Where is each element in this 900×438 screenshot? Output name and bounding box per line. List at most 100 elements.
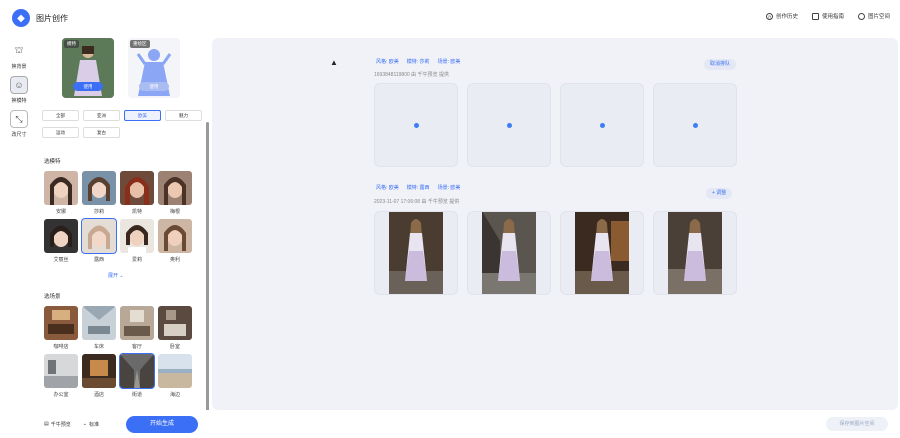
model-item[interactable]: 安娜 xyxy=(44,171,78,215)
result-tag: 场景: 欧美 xyxy=(437,185,461,191)
left-rail: ⛫ 换背景 ☺ 换模特 ⤡ 改尺寸 xyxy=(0,36,38,438)
scene-thumb xyxy=(120,306,154,340)
model-thumb xyxy=(158,219,192,253)
result-photo xyxy=(575,212,629,294)
scene-thumb xyxy=(82,306,116,340)
model-icon: ☺ xyxy=(10,76,28,94)
space-button[interactable]: 图片空间 xyxy=(857,12,890,20)
scene-thumb xyxy=(119,353,155,389)
template-model-tag: 模特 xyxy=(64,40,79,48)
config-panel: 模特 使用 重绘区 使用 全部 亚洲 欧美 魅力 运动 复古 选模特 安娜 莎莉… xyxy=(38,36,208,438)
save-to-space-button[interactable]: 保存到图片空间 xyxy=(826,417,888,431)
result-card-photo[interactable] xyxy=(653,211,737,295)
chip-charm[interactable]: 魅力 xyxy=(165,110,202,121)
resize-icon: ⤡ xyxy=(10,110,28,128)
style-chips-row2: 运动 复古 xyxy=(42,127,120,138)
result-tag: 风格: 欧美 xyxy=(376,185,399,191)
adjust-button[interactable]: + 调整 xyxy=(706,188,733,199)
chip-all[interactable]: 全部 xyxy=(42,110,79,121)
rail-item-resize[interactable]: ⤡ 改尺寸 xyxy=(0,110,38,138)
scene-item[interactable]: 卧室 xyxy=(158,306,192,350)
template-redraw-tag: 重绘区 xyxy=(130,40,150,48)
scene-item[interactable]: 海边 xyxy=(158,354,192,398)
scene-thumb xyxy=(44,354,78,388)
expand-models-button[interactable]: 展开 ⌄ xyxy=(108,272,124,279)
model-item[interactable]: 露西 xyxy=(81,218,117,263)
loading-dot xyxy=(599,122,605,128)
loading-dot xyxy=(506,122,512,128)
model-grid: 安娜 莎莉 凯特 梅根 艾丽丝 露西 爱莉 奥利 xyxy=(44,171,192,263)
model-thumb xyxy=(158,171,192,205)
result-tag: 风格: 欧美 xyxy=(376,59,399,65)
scene-thumb xyxy=(158,306,192,340)
chip-retro[interactable]: 复古 xyxy=(83,127,120,138)
loading-dot xyxy=(692,122,698,128)
model-thumb xyxy=(81,218,117,254)
app-title: 图片创作 xyxy=(36,13,68,23)
scene-section-title: 选场景 xyxy=(44,294,61,300)
layers-icon: ▤ xyxy=(44,421,49,427)
model-thumb xyxy=(44,219,78,253)
scene-grid: 咖啡店 车床 客厅 卧室 办公室 酒店 街道 海边 xyxy=(44,306,192,398)
model-item[interactable]: 凯特 xyxy=(120,171,154,215)
scene-item[interactable]: 办公室 xyxy=(44,354,78,398)
top-actions: ◷ 创作历史 使用指南 图片空间 xyxy=(765,12,890,20)
model-item[interactable]: 莎莉 xyxy=(82,171,116,215)
logo-icon: ◆ xyxy=(12,9,30,27)
result-card-loading xyxy=(653,83,737,167)
model-item[interactable]: 梅根 xyxy=(158,171,192,215)
chip-asia[interactable]: 亚洲 xyxy=(83,110,120,121)
panel-footer: ▤ 千牛预览 ⌄ 标准 开始生成 xyxy=(38,410,210,438)
loading-dot xyxy=(413,122,419,128)
results-area: 风格: 欧美 模特: 莎莉 场景: 欧美 1693848119800 由 千牛预… xyxy=(212,38,898,410)
generate-button[interactable]: 开始生成 xyxy=(126,416,198,433)
model-item[interactable]: 奥利 xyxy=(158,219,192,263)
template-redraw-use-button[interactable]: 使用 xyxy=(139,82,169,91)
chip-sport[interactable]: 运动 xyxy=(42,127,79,138)
scene-thumb xyxy=(82,354,116,388)
result-photo xyxy=(668,212,722,294)
result-card-photo[interactable] xyxy=(374,211,458,295)
result-card-loading xyxy=(467,83,551,167)
bottom-bar: 保存到图片空间 xyxy=(212,412,898,438)
template-redraw[interactable]: 重绘区 使用 xyxy=(128,38,180,98)
chevron-down-icon: ⌄ xyxy=(119,273,124,279)
model-thumb xyxy=(82,171,116,205)
rail-item-model[interactable]: ☺ 换模特 xyxy=(0,76,38,104)
rail-item-background[interactable]: ⛫ 换背景 xyxy=(0,42,38,70)
template-model[interactable]: 模特 使用 xyxy=(62,38,114,98)
panel-scrollbar[interactable] xyxy=(206,122,209,412)
mouse-cursor-icon: ▲ xyxy=(330,58,338,67)
result-meta-1: 1693848119800 由 千牛预览 提供 xyxy=(374,72,449,78)
model-thumb xyxy=(120,219,154,253)
quality-select[interactable]: ⌄ 标准 xyxy=(83,421,99,428)
top-bar: ◆ 图片创作 ◷ 创作历史 使用指南 图片空间 xyxy=(0,0,900,36)
model-item[interactable]: 艾丽丝 xyxy=(44,219,78,263)
scene-item[interactable]: 咖啡店 xyxy=(44,306,78,350)
result-tags-2: 风格: 欧美 模特: 露西 场景: 欧美 xyxy=(376,184,460,191)
result-tag: 场景: 欧美 xyxy=(437,59,461,65)
space-icon xyxy=(857,12,865,20)
chip-western[interactable]: 欧美 xyxy=(124,110,161,121)
result-card-photo[interactable] xyxy=(467,211,551,295)
scene-item[interactable]: 车床 xyxy=(82,306,116,350)
result-photo xyxy=(389,212,443,294)
cancel-queue-button[interactable]: 取消排队 xyxy=(704,59,737,70)
history-button[interactable]: ◷ 创作历史 xyxy=(765,12,798,20)
scene-item[interactable]: 酒店 xyxy=(82,354,116,398)
result-card-loading xyxy=(374,83,458,167)
guide-button[interactable]: 使用指南 xyxy=(811,12,844,20)
template-model-use-button[interactable]: 使用 xyxy=(73,82,103,91)
model-thumb xyxy=(44,171,78,205)
scene-item[interactable]: 街道 xyxy=(119,353,155,398)
scene-thumb xyxy=(44,306,78,340)
scene-item[interactable]: 客厅 xyxy=(120,306,154,350)
result-card-photo[interactable] xyxy=(560,211,644,295)
preview-option[interactable]: ▤ 千牛预览 xyxy=(44,421,71,428)
result-card-loading xyxy=(560,83,644,167)
model-section-title: 选模特 xyxy=(44,159,61,165)
style-chips-row1: 全部 亚洲 欧美 魅力 xyxy=(42,110,202,121)
model-item[interactable]: 爱莉 xyxy=(120,219,154,263)
chevron-down-icon: ⌄ xyxy=(82,421,87,427)
result-tag: 模特: 莎莉 xyxy=(406,59,430,65)
